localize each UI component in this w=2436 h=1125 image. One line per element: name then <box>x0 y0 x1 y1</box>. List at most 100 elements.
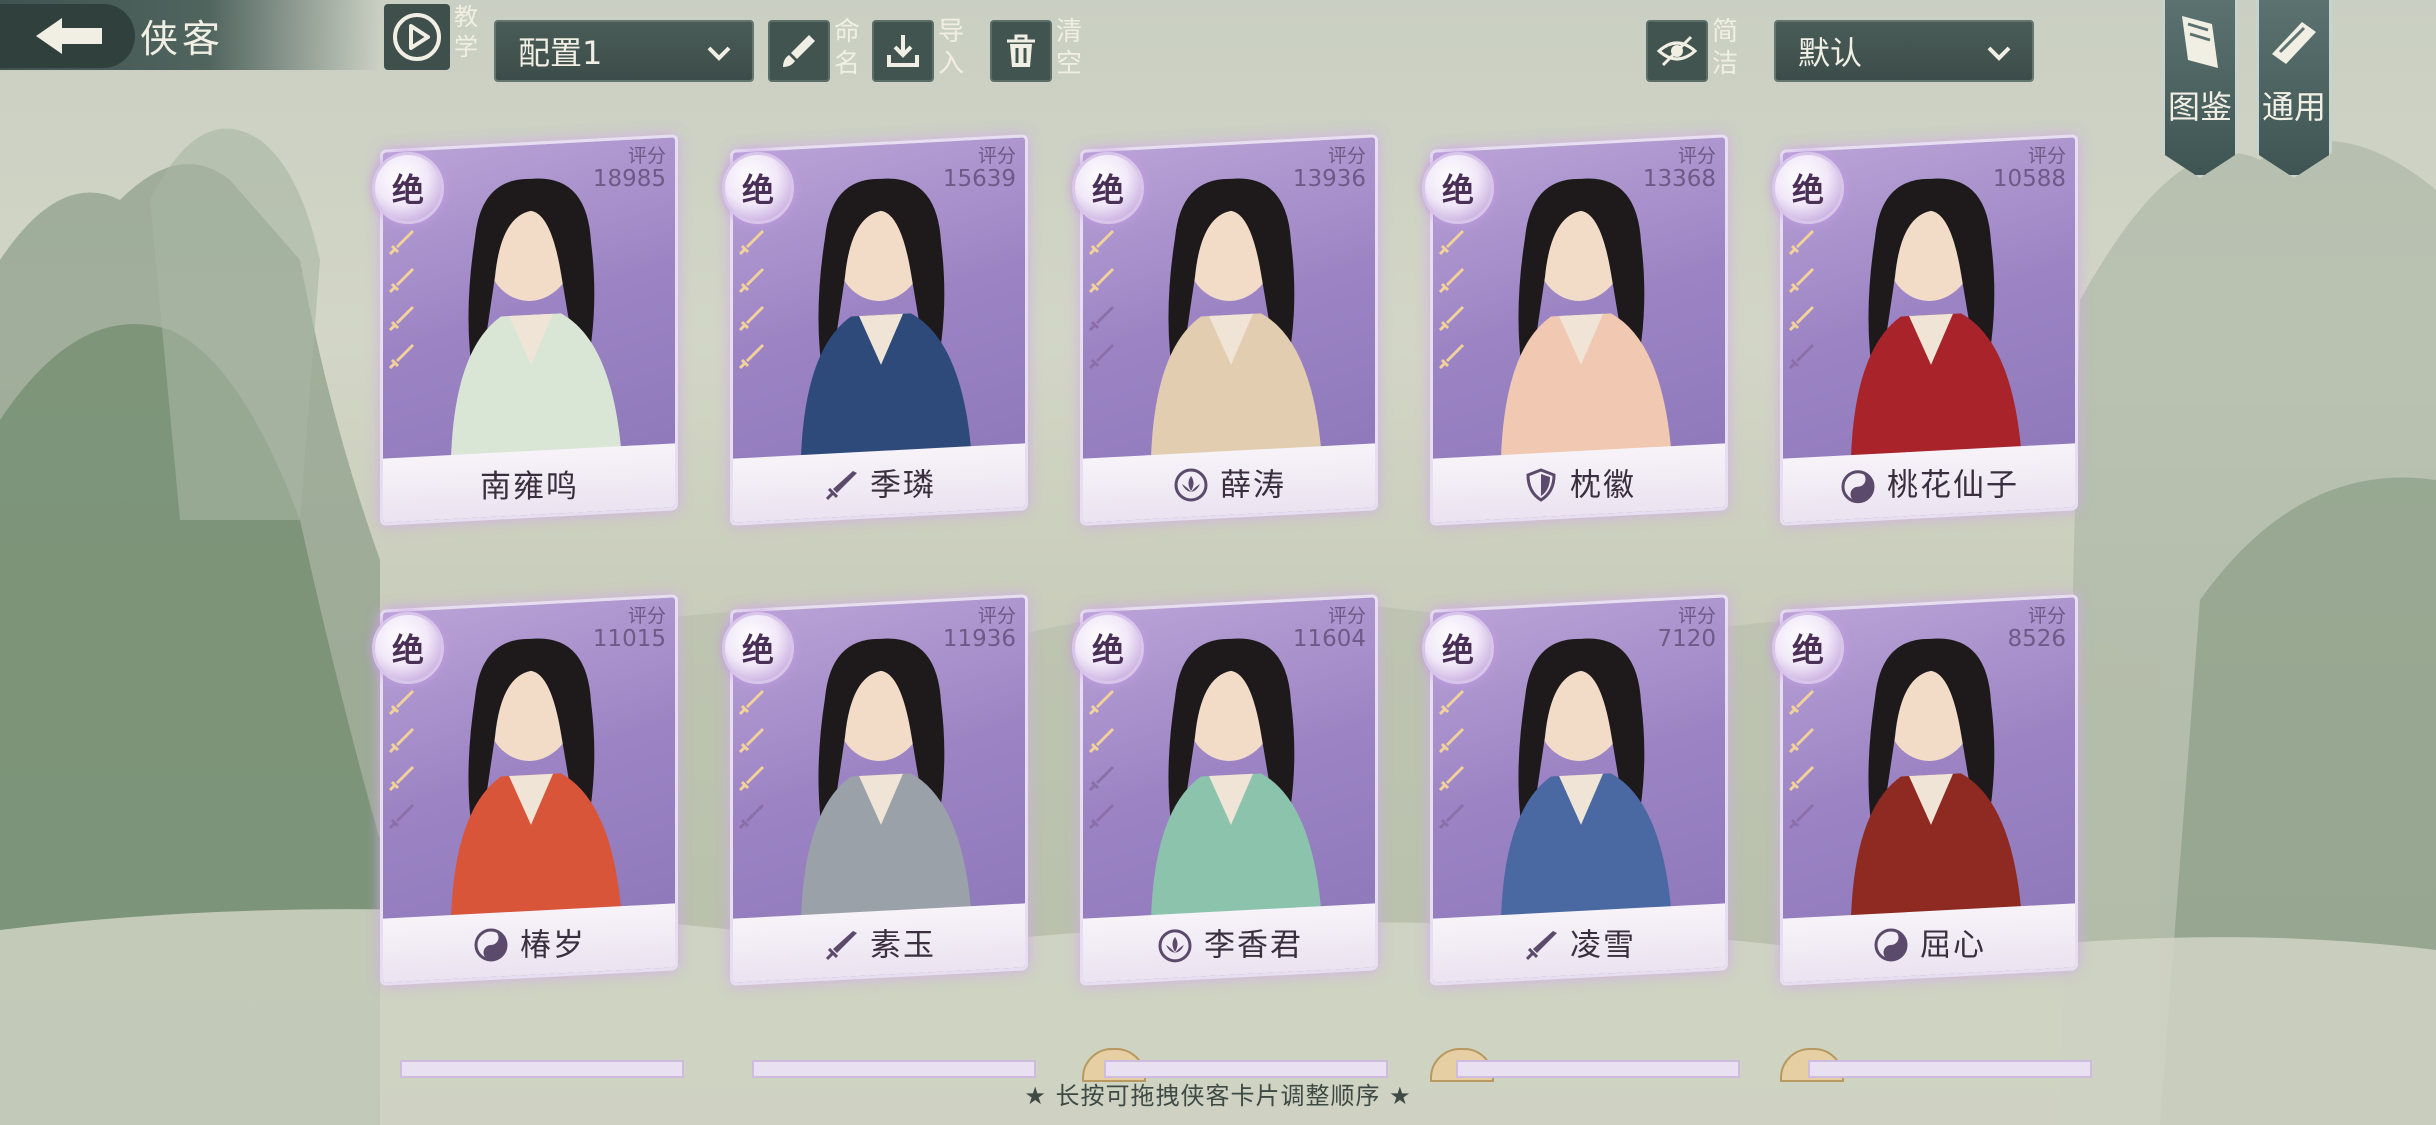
hero-card[interactable]: 椿岁 绝 评分 11015 <box>372 556 678 986</box>
score-value: 10588 <box>1992 166 2066 192</box>
dagger-star-empty-icon <box>1786 340 1818 372</box>
rank-badge: 绝 <box>1422 612 1494 684</box>
hero-card[interactable]: 薛涛 绝 评分 13936 <box>1072 96 1378 526</box>
dagger-star-filled-icon <box>386 724 418 756</box>
tutorial-label: 教学 <box>454 3 478 61</box>
general-tab[interactable]: 通用 <box>2256 0 2332 178</box>
rank-badge: 绝 <box>722 612 794 684</box>
dagger-star-filled-icon <box>386 686 418 718</box>
sort-select-value: 默认 <box>1798 34 1863 72</box>
hero-name: 南雍鸣 <box>479 468 579 505</box>
score-label: 评分 <box>1677 605 1716 627</box>
dagger-star-filled-icon <box>736 264 768 296</box>
hero-card[interactable]: 屈心 绝 评分 8526 <box>1772 556 2078 986</box>
score-value: 13936 <box>1292 166 1366 192</box>
star-rating <box>736 686 772 838</box>
dagger-star-filled-icon <box>1436 724 1468 756</box>
star-rating <box>386 226 422 378</box>
codex-tab[interactable]: 图鉴 <box>2162 0 2238 178</box>
star-rating <box>1436 226 1472 378</box>
dagger-star-empty-icon <box>1086 800 1118 832</box>
hero-card[interactable]: 季璘 绝 评分 15639 <box>722 96 1028 526</box>
tutorial-button[interactable] <box>384 2 456 70</box>
rank-badge: 绝 <box>372 152 444 224</box>
yin-yang-icon <box>472 926 510 964</box>
eye-hidden-icon <box>1656 35 1698 67</box>
hero-name: 季璘 <box>870 467 936 504</box>
chevron-down-icon <box>1987 46 2011 61</box>
dagger-star-empty-icon <box>1086 762 1118 794</box>
lotus-icon <box>1156 927 1194 965</box>
scroll-icon <box>2272 22 2316 64</box>
dagger-star-empty-icon <box>1086 302 1118 334</box>
dagger-star-filled-icon <box>1086 226 1118 258</box>
play-icon <box>393 13 441 61</box>
sword-icon <box>822 926 860 964</box>
hero-name: 椿岁 <box>520 927 586 964</box>
brush-icon <box>783 35 815 67</box>
dagger-star-filled-icon <box>736 226 768 258</box>
dagger-star-filled-icon <box>1436 762 1468 794</box>
dagger-star-filled-icon <box>1086 686 1118 718</box>
star-rating <box>1786 226 1822 378</box>
score-label: 评分 <box>977 605 1016 627</box>
dagger-star-empty-icon <box>1086 340 1118 372</box>
score-label: 评分 <box>2027 605 2066 627</box>
hero-card[interactable]: 凌雪 绝 评分 7120 <box>1422 556 1728 986</box>
hero-name: 屈心 <box>1920 927 1986 964</box>
dagger-star-empty-icon <box>1786 800 1818 832</box>
hero-name: 桃花仙子 <box>1887 467 2019 504</box>
score-value: 8526 <box>2007 626 2066 652</box>
dagger-star-filled-icon <box>1436 340 1468 372</box>
star-rating <box>1086 226 1122 378</box>
general-label: 通用 <box>2261 88 2326 126</box>
dagger-star-filled-icon <box>386 340 418 372</box>
dagger-star-filled-icon <box>1086 724 1118 756</box>
sort-select[interactable]: 默认 <box>1774 20 2034 82</box>
hero-name: 素玉 <box>870 927 936 964</box>
score-label: 评分 <box>1327 605 1366 627</box>
rank-badge: 绝 <box>1072 152 1144 224</box>
shield-icon <box>1522 466 1560 504</box>
back-button[interactable] <box>0 4 135 68</box>
sword-icon <box>1522 926 1560 964</box>
import-label: 导入 <box>938 17 965 79</box>
rename-label: 命名 <box>834 17 861 79</box>
score-label: 评分 <box>627 145 666 167</box>
score-value: 18985 <box>592 166 666 192</box>
dagger-star-filled-icon <box>1786 686 1818 718</box>
page-title: 侠客 <box>140 17 225 61</box>
dagger-star-filled-icon <box>1786 762 1818 794</box>
codex-label: 图鉴 <box>2167 88 2232 126</box>
hero-card[interactable]: 南雍鸣 绝 评分 18985 <box>372 96 678 526</box>
score-label: 评分 <box>1327 145 1366 167</box>
star-rating <box>386 686 422 838</box>
star-rating <box>1436 686 1472 838</box>
hero-name: 凌雪 <box>1570 927 1636 964</box>
arrow-left-icon <box>35 18 102 54</box>
lotus-icon <box>1172 466 1210 504</box>
dagger-star-filled-icon <box>386 302 418 334</box>
sword-icon <box>822 466 860 504</box>
score-value: 11936 <box>942 626 1016 652</box>
hero-card[interactable]: 桃花仙子 绝 评分 10588 <box>1772 96 2078 526</box>
hero-card[interactable]: 素玉 绝 评分 11936 <box>722 556 1028 986</box>
hero-card[interactable]: 李香君 绝 评分 11604 <box>1072 556 1378 986</box>
dagger-star-filled-icon <box>736 724 768 756</box>
dagger-star-filled-icon <box>386 226 418 258</box>
dagger-star-filled-icon <box>386 762 418 794</box>
drag-hint-text: ★ 长按可拖拽侠客卡片调整顺序 ★ <box>1024 1082 1412 1110</box>
star-rating <box>1086 686 1122 838</box>
config-select[interactable]: 配置1 <box>494 20 754 82</box>
dagger-star-filled-icon <box>1436 686 1468 718</box>
score-label: 评分 <box>627 605 666 627</box>
score-value: 11015 <box>592 626 666 652</box>
yin-yang-icon <box>1872 926 1910 964</box>
hero-card[interactable]: 枕徽 绝 评分 13368 <box>1422 96 1728 526</box>
score-value: 13368 <box>1642 166 1716 192</box>
dagger-star-filled-icon <box>1436 264 1468 296</box>
dagger-star-filled-icon <box>1786 226 1818 258</box>
score-label: 评分 <box>2027 145 2066 167</box>
score-value: 15639 <box>942 166 1016 192</box>
chevron-down-icon <box>707 46 731 61</box>
